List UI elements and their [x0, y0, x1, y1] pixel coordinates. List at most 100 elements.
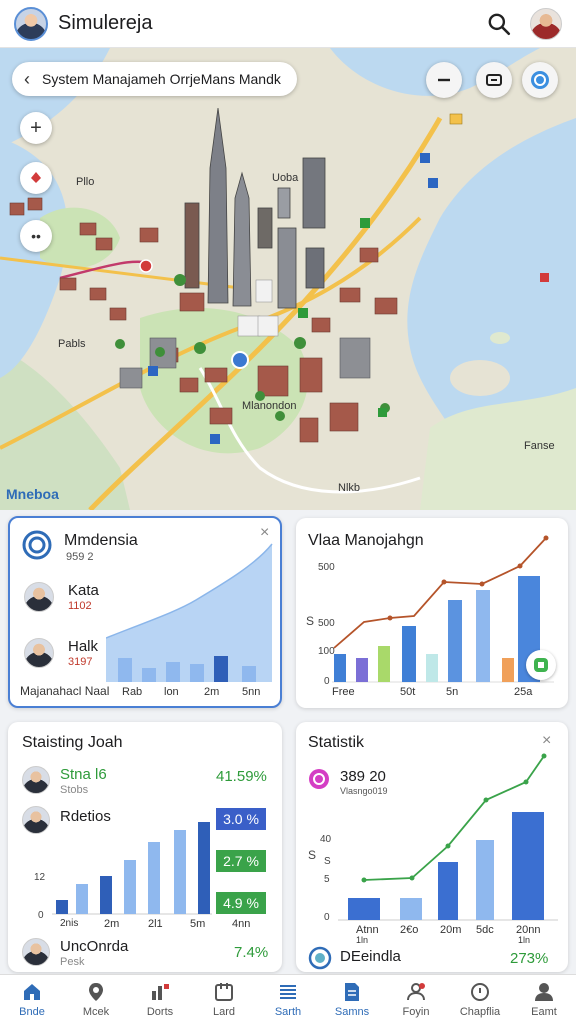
area-chart: [106, 543, 273, 682]
bar-line-chart: [338, 753, 558, 921]
row-name: Stna l6: [60, 766, 107, 783]
pin-icon[interactable]: [20, 162, 52, 194]
card-title: Staisting Joah: [22, 734, 123, 751]
nav-item-lard[interactable]: Lard: [192, 975, 256, 1024]
person-avatar: [24, 582, 54, 612]
city-map[interactable]: ‹ System Manajameh OrrjeMans Mandk + •• …: [0, 48, 576, 510]
x-label: 50t: [400, 686, 416, 698]
row-sub: Pesk: [60, 956, 85, 968]
bar: [242, 666, 256, 682]
row-name: UncOnrda: [60, 938, 129, 955]
person-avatar: [22, 938, 50, 966]
person-avatar: [22, 766, 50, 794]
map-label: Fanse: [524, 440, 555, 452]
nav-label: Samns: [334, 1006, 370, 1018]
nav-item-foyin[interactable]: Foyin: [384, 975, 448, 1024]
person-value: 3197: [68, 656, 93, 668]
y-label: S: [306, 614, 315, 628]
percent-badge: 4.9 %: [216, 892, 266, 914]
card-staisting-joah[interactable]: Staisting Joah Stna l6 Stobs 41.59% Rdet…: [8, 722, 282, 972]
user-avatar[interactable]: [14, 6, 48, 41]
bar: [502, 658, 514, 682]
bar: [142, 668, 156, 682]
row-percent: 7.4%: [234, 944, 269, 961]
map-canvas: [0, 48, 576, 510]
person-avatar: [22, 806, 50, 834]
map-corner-label: Mneboa: [6, 486, 59, 502]
location-target-icon[interactable]: [522, 62, 558, 98]
nav-item-dorts[interactable]: Dorts: [128, 975, 192, 1024]
row-sub: Stobs: [60, 784, 89, 796]
nav-item-eamt[interactable]: Eamt: [512, 975, 576, 1024]
bar-chart: [52, 822, 212, 915]
map-label: Nlkb: [338, 482, 361, 494]
x-label: Rab: [122, 686, 143, 698]
nav-item-mcek[interactable]: Mcek: [64, 975, 128, 1024]
window-icon[interactable]: [476, 62, 512, 98]
x-label: 5m: [190, 918, 206, 930]
people-icon: [407, 983, 425, 1001]
nav-label: Dorts: [146, 1006, 174, 1018]
refresh-icon[interactable]: [308, 946, 332, 970]
bar: [448, 600, 462, 682]
card-footer: Majanahacl Naal: [20, 684, 110, 698]
nav-label: Mcek: [82, 1006, 110, 1018]
x-label: 5nn: [242, 686, 261, 698]
person-avatar: [24, 638, 54, 668]
bar: [438, 862, 458, 920]
location-pin-icon: [89, 983, 103, 1001]
bar: [148, 842, 160, 914]
x-label: 20m: [440, 924, 462, 936]
x-label: 2l1: [148, 918, 163, 930]
profile-avatar[interactable]: [530, 7, 562, 40]
nav-item-samns[interactable]: Samns: [320, 975, 384, 1024]
bar: [378, 646, 390, 682]
nav-label: Bnde: [19, 1006, 45, 1018]
y-label: 40: [320, 834, 332, 845]
card-mmdensia[interactable]: Mmdensia 959 2 × Kata 1102 Halk 3197 Maj…: [8, 516, 282, 708]
nav-label: Chapflia: [459, 1006, 501, 1018]
map-label: Pabls: [58, 338, 86, 350]
nav-label: Foyin: [402, 1006, 430, 1018]
chart-icon: [152, 984, 169, 1000]
home-icon: [24, 984, 40, 1000]
refresh-icon[interactable]: [526, 650, 556, 680]
close-icon[interactable]: ×: [260, 524, 269, 542]
card-vlaa-manojahgn[interactable]: Vlaa Manojahgn 500 S 500 100 0 Free 50t …: [296, 518, 568, 708]
x-label: 4nn: [232, 918, 251, 930]
percent-badge: 3.0 %: [216, 808, 266, 830]
search-icon[interactable]: [484, 9, 514, 39]
minimize-icon[interactable]: [426, 62, 462, 98]
y-label: 12: [34, 872, 46, 883]
nav-item-bnde[interactable]: Bnde: [0, 975, 64, 1024]
nav-label: Sarth: [274, 1006, 302, 1018]
bar: [402, 626, 416, 682]
row-percent: 273%: [510, 950, 549, 967]
metric-icon: [309, 769, 329, 789]
more-options-icon[interactable]: ••: [20, 220, 52, 252]
bar: [214, 656, 228, 682]
x-label: 2m: [104, 918, 120, 930]
back-arrow-icon[interactable]: ‹: [24, 69, 30, 90]
row-name: DEeindla: [340, 948, 401, 965]
bar: [198, 822, 210, 914]
row-percent: 41.59%: [216, 768, 267, 785]
nav-item-sarth[interactable]: Sarth: [256, 975, 320, 1024]
person-value: 1102: [68, 600, 92, 612]
x-label: 5n: [446, 686, 459, 698]
bar: [334, 654, 346, 682]
bar: [124, 860, 136, 914]
close-icon[interactable]: ×: [542, 732, 551, 750]
nav-item-chapflia[interactable]: Chapflia: [448, 975, 512, 1024]
breadcrumb[interactable]: ‹ System Manajameh OrrjeMans Mandk: [12, 62, 297, 96]
card-statistik[interactable]: Statistik × 389 20 Vlasngo019 S 40 S 5 0…: [296, 722, 568, 972]
x-label: Free: [332, 686, 355, 698]
bottom-nav: Bnde Mcek Dorts Lard Sarth Samns Foyin C…: [0, 974, 576, 1024]
bar: [348, 898, 380, 920]
map-label: Uoba: [272, 172, 299, 184]
breadcrumb-title: System Manajameh OrrjeMans Mandk: [42, 71, 281, 87]
bar: [190, 664, 204, 682]
y-label: 0: [38, 910, 44, 921]
y-label: 5: [324, 874, 330, 885]
zoom-in-button[interactable]: +: [20, 112, 52, 144]
